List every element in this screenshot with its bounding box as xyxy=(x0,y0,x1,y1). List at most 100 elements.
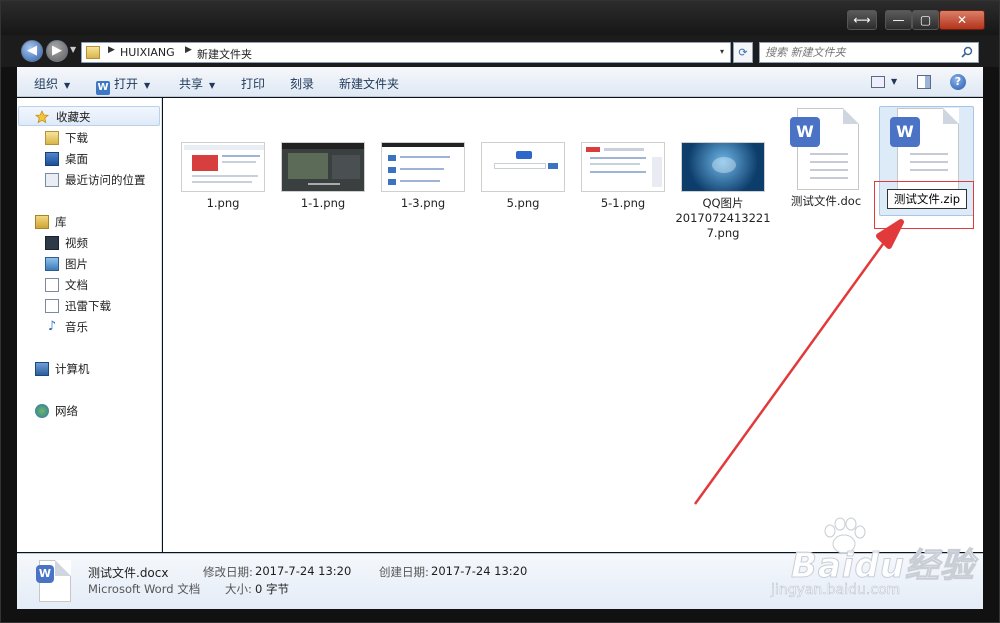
file-thumbnail-5-1-png[interactable] xyxy=(581,142,665,192)
file-name[interactable]: 1.png xyxy=(183,196,263,211)
help-icon[interactable]: ? xyxy=(950,74,966,90)
nav-item-desktop[interactable]: 桌面 xyxy=(45,149,155,169)
file-name[interactable]: 5.png xyxy=(483,196,563,211)
star-icon xyxy=(35,110,49,124)
resize-button[interactable]: ⟷ xyxy=(847,10,877,30)
close-button[interactable]: ✕ xyxy=(939,10,985,30)
organize-menu[interactable]: 组织 ▼ xyxy=(34,75,70,92)
change-view-icon[interactable] xyxy=(871,76,885,88)
nav-label: 库 xyxy=(55,215,67,229)
word-document-icon: W xyxy=(36,560,71,602)
breadcrumb-separator-icon[interactable]: ▶ xyxy=(185,45,192,55)
recent-places-icon xyxy=(45,173,59,187)
details-file-type: Microsoft Word 文档 xyxy=(88,582,201,596)
chevron-down-icon[interactable]: ▼ xyxy=(891,77,897,86)
wps-writer-icon: W xyxy=(790,117,820,147)
wps-writer-icon: W xyxy=(890,117,920,147)
folder-icon xyxy=(86,46,100,59)
file-thumbnail-5-png[interactable] xyxy=(481,142,565,192)
nav-item-libraries[interactable]: 库 xyxy=(35,212,145,232)
word-document-icon[interactable]: W xyxy=(890,108,959,190)
watermark-url: jingyan.baidu.com xyxy=(771,582,901,599)
details-size-value: 0 字节 xyxy=(255,582,289,596)
details-created-label: 创建日期: xyxy=(379,565,429,579)
nav-item-videos[interactable]: 视频 xyxy=(45,233,155,253)
nav-item-xunlei-downloads[interactable]: 迅雷下载 xyxy=(45,296,155,316)
search-icon[interactable] xyxy=(961,46,973,58)
nav-label: 桌面 xyxy=(65,152,88,166)
details-file-name: 测试文件.docx xyxy=(88,566,169,580)
preview-pane-icon[interactable] xyxy=(917,75,931,89)
document-icon xyxy=(45,278,59,292)
maximize-button[interactable]: ▢ xyxy=(912,10,939,30)
refresh-button[interactable]: ⟳ xyxy=(733,42,753,63)
nav-label: 图片 xyxy=(65,257,88,271)
title-bar: ⟷ — ▢ ✕ xyxy=(1,1,999,35)
recent-pages-chevron-icon[interactable]: ▼ xyxy=(70,45,76,54)
nav-item-favorites[interactable]: 收藏夹 xyxy=(18,106,160,126)
annotation-arrow-icon xyxy=(693,219,904,505)
nav-item-downloads[interactable]: 下载 xyxy=(45,128,155,148)
nav-item-recent-places[interactable]: 最近访问的位置 xyxy=(45,170,160,190)
nav-label: 下载 xyxy=(65,131,88,145)
details-modified-label: 修改日期: xyxy=(203,565,253,579)
file-name[interactable]: 1-3.png xyxy=(383,196,463,211)
computer-icon xyxy=(35,362,49,376)
file-thumbnail-1-1-png[interactable] xyxy=(281,142,365,192)
file-thumbnail-1-3-png[interactable] xyxy=(381,142,465,192)
forward-button[interactable]: ▶ xyxy=(46,40,68,62)
watermark-brand: Baidu经验 xyxy=(790,546,976,587)
rename-input[interactable]: 测试文件.zip xyxy=(887,189,967,209)
command-bar: 组织 ▼ W 打开 ▼ 共享 ▼ 打印 刻录 新建文件夹 ▼ ? xyxy=(17,67,983,97)
nav-label: 收藏夹 xyxy=(56,110,91,124)
burn-button[interactable]: 刻录 xyxy=(290,75,314,92)
chevron-down-icon: ▼ xyxy=(209,81,216,90)
back-button[interactable]: ◀ xyxy=(21,40,43,62)
print-button[interactable]: 打印 xyxy=(241,75,265,92)
network-icon xyxy=(35,404,49,418)
file-thumbnail-1-png[interactable] xyxy=(181,142,265,192)
search-box[interactable] xyxy=(759,42,979,63)
file-name[interactable]: 5-1.png xyxy=(583,196,663,211)
details-created-value: 2017-7-24 13:20 xyxy=(431,564,528,578)
nav-item-computer[interactable]: 计算机 xyxy=(35,359,145,379)
nav-label: 文档 xyxy=(65,278,88,292)
nav-label: 计算机 xyxy=(55,362,90,376)
xunlei-folder-icon xyxy=(45,299,59,313)
file-name[interactable]: 测试文件.doc xyxy=(783,194,869,209)
chevron-down-icon: ▼ xyxy=(144,81,151,90)
nav-item-network[interactable]: 网络 xyxy=(35,401,145,421)
organize-label: 组织 xyxy=(34,77,59,91)
word-document-icon[interactable]: W xyxy=(790,108,859,190)
nav-item-music[interactable]: ♪ 音乐 xyxy=(45,317,155,337)
new-folder-button[interactable]: 新建文件夹 xyxy=(339,75,399,92)
video-icon xyxy=(45,236,59,250)
music-note-icon: ♪ xyxy=(47,319,57,334)
nav-label: 最近访问的位置 xyxy=(65,173,146,187)
desktop-icon xyxy=(45,152,59,166)
file-thumbnail-qq-image[interactable] xyxy=(681,142,765,192)
breadcrumb-new-folder[interactable]: 新建文件夹 xyxy=(197,46,252,62)
search-input[interactable] xyxy=(765,46,955,59)
minimize-button[interactable]: — xyxy=(885,10,912,30)
wps-writer-icon: W xyxy=(96,81,110,95)
nav-item-documents[interactable]: 文档 xyxy=(45,275,155,295)
file-name[interactable]: 1-1.png xyxy=(283,196,363,211)
open-menu[interactable]: W 打开 ▼ xyxy=(96,75,150,95)
nav-item-pictures[interactable]: 图片 xyxy=(45,254,155,274)
address-bar[interactable]: ▶ HUIXIANG ▶ 新建文件夹 ▾ xyxy=(81,42,731,63)
share-menu[interactable]: 共享 ▼ xyxy=(179,75,215,92)
address-row: ◀ ▶ ▼ ▶ HUIXIANG ▶ 新建文件夹 ▾ ⟳ xyxy=(1,35,999,67)
nav-label: 网络 xyxy=(55,404,78,418)
navigation-pane: 收藏夹 下载 桌面 最近访问的位置 库 视频 图片 文档 迅雷下载 ♪ 音乐 计… xyxy=(17,98,162,552)
file-name[interactable]: QQ图片 xyxy=(673,196,773,211)
breadcrumb-separator-icon[interactable]: ▶ xyxy=(108,45,115,55)
breadcrumb-huixiang[interactable]: HUIXIANG xyxy=(120,46,175,59)
address-dropdown-icon[interactable]: ▾ xyxy=(720,47,724,56)
watermark: Baidu经验 jingyan.baidu.com xyxy=(761,516,981,611)
chevron-down-icon: ▼ xyxy=(64,81,71,90)
share-label: 共享 xyxy=(179,77,204,91)
wps-writer-icon: W xyxy=(36,565,54,583)
explorer-window: ⟷ — ▢ ✕ ◀ ▶ ▼ ▶ HUIXIANG ▶ 新建文件夹 ▾ ⟳ 组织 ▼… xyxy=(0,0,1000,623)
nav-label: 音乐 xyxy=(65,320,88,334)
